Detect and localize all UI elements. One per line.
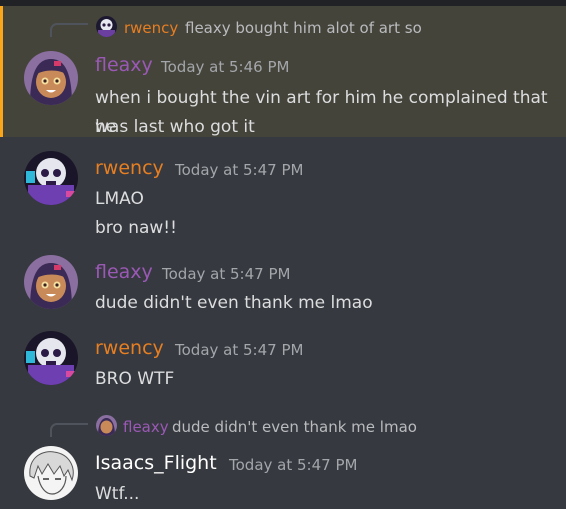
message-line: bro naw!! bbox=[95, 218, 177, 238]
reply-connector bbox=[50, 423, 88, 437]
author-name[interactable]: fleaxy bbox=[95, 54, 153, 76]
message-rwency: rwency Today at 5:47 PM LMAO bro naw!! bbox=[0, 137, 566, 247]
message-line: dude didn't even thank me lmao bbox=[95, 293, 373, 313]
message-rwency: rwency Today at 5:47 PM BRO WTF bbox=[0, 326, 566, 406]
message-fleaxy-reply: rwency fleaxy bought him alot of art so … bbox=[0, 6, 566, 137]
author-name[interactable]: Isaacs_Flight bbox=[95, 452, 217, 474]
timestamp: Today at 5:47 PM bbox=[175, 341, 304, 359]
author-name[interactable]: fleaxy bbox=[95, 261, 153, 283]
avatar-rwency[interactable] bbox=[24, 331, 78, 385]
author-name[interactable]: rwency bbox=[95, 337, 164, 359]
message-fleaxy: fleaxy Today at 5:47 PM dude didn't even… bbox=[0, 250, 566, 326]
reply-author[interactable]: fleaxy bbox=[123, 418, 169, 436]
avatar-fleaxy[interactable] bbox=[24, 255, 78, 309]
timestamp: Today at 5:47 PM bbox=[175, 161, 304, 179]
reply-text[interactable]: dude didn't even thank me lmao bbox=[172, 418, 417, 436]
message-line: LMAO bbox=[95, 189, 144, 209]
message-line: Wtf... bbox=[95, 484, 140, 504]
timestamp: Today at 5:46 PM bbox=[161, 58, 290, 76]
avatar-isaacs-flight[interactable] bbox=[24, 446, 78, 500]
timestamp: Today at 5:47 PM bbox=[229, 456, 358, 474]
author-name[interactable]: rwency bbox=[95, 157, 164, 179]
timestamp: Today at 5:47 PM bbox=[162, 265, 291, 283]
message-isaacs-reply: fleaxy dude didn't even thank me lmao Is… bbox=[0, 406, 566, 504]
message-line: BRO WTF bbox=[95, 369, 175, 389]
reply-avatar-fleaxy[interactable] bbox=[96, 415, 117, 436]
avatar-rwency[interactable] bbox=[24, 151, 78, 205]
reply-avatar-rwency[interactable] bbox=[96, 16, 117, 37]
reply-text[interactable]: fleaxy bought him alot of art so bbox=[185, 19, 422, 37]
reply-connector bbox=[50, 23, 88, 37]
avatar-fleaxy[interactable] bbox=[24, 51, 78, 105]
reply-author[interactable]: rwency bbox=[124, 19, 178, 37]
